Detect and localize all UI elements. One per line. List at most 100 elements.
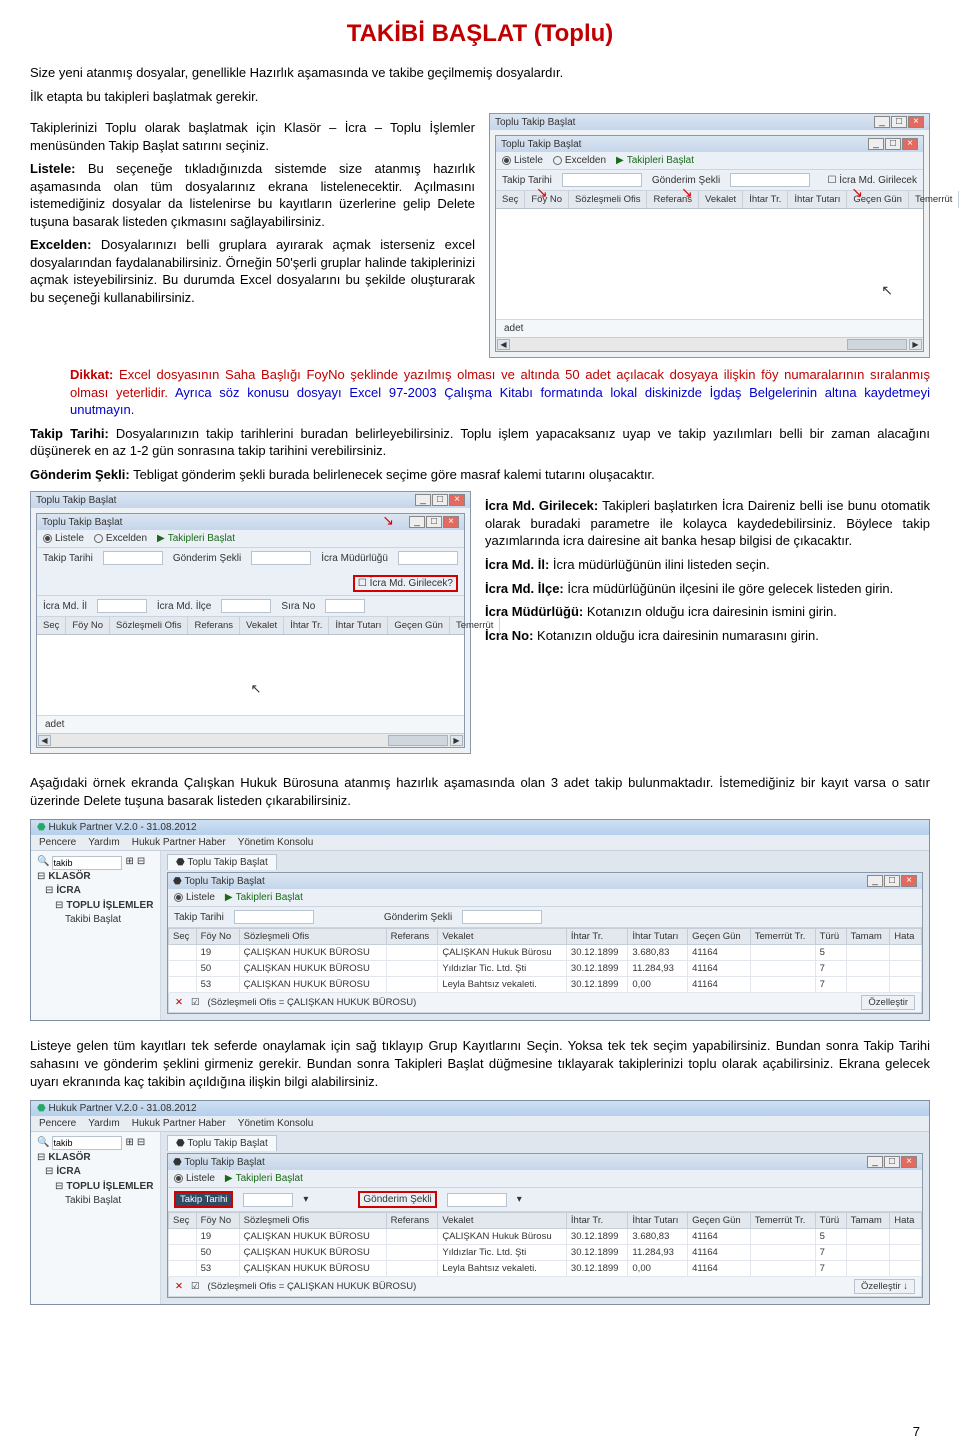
close-icon[interactable]: × [902,138,918,150]
tab-toplu-takip[interactable]: ⬣ Toplu Takip Başlat [167,1135,277,1151]
table-row[interactable]: 53ÇALIŞKAN HUKUK BÜROSULeyla Bahtsız vek… [169,1261,922,1277]
table-row[interactable]: 50ÇALIŞKAN HUKUK BÜROSUYıldızlar Tic. Lt… [169,1245,922,1261]
menu-yardim[interactable]: Yardım [88,1118,120,1129]
gonderim-select[interactable] [251,551,311,565]
tree-klasor[interactable]: ⊟ KLASÖR [37,1151,154,1166]
scrollbar-horizontal[interactable]: ◀▶ [496,337,923,351]
app-icon: ⬣ [37,1103,46,1114]
filter-check-icon[interactable]: ☑ [191,1281,200,1292]
maximize-icon[interactable]: □ [885,138,901,150]
filter-text: (Sözleşmeli Ofis = ÇALIŞKAN HUKUK BÜROSU… [208,1281,417,1292]
menu-haber[interactable]: Hukuk Partner Haber [132,837,226,848]
app-icon: ⬣ [37,822,46,833]
maximize-icon[interactable]: □ [432,494,448,506]
tree-search-input[interactable] [52,1136,122,1150]
tree-takibi-baslat[interactable]: Takibi Başlat [65,1194,154,1209]
dikkat-para: Dikkat: Excel dosyasının Saha Başlığı Fo… [70,366,930,419]
grid-headers: SeçFöy NoSözleşmeli OfisReferansVekaletİ… [37,617,464,635]
close-icon[interactable]: × [449,494,465,506]
filter-check-icon[interactable]: ☑ [191,997,200,1008]
ozellestir-button[interactable]: Özelleştir ↓ [854,1279,915,1294]
search-icon: 🔍 [37,855,49,870]
window-buttons[interactable]: _□× [873,116,924,128]
expand-icon[interactable]: ⊞ [125,855,133,870]
excelden-radio[interactable]: Excelden [553,155,606,166]
takipleri-baslat-button[interactable]: ▶ Takipleri Başlat [225,1173,303,1184]
minimize-icon[interactable]: _ [868,138,884,150]
label: İcra Md. İl [43,601,87,612]
dikkat-text2: Ayrıca söz konusu dosyayı Excel 97-2003 … [70,385,930,418]
expand-icon[interactable]: ⊞ [125,1136,133,1151]
tree-toplu-islemler[interactable]: ⊟ TOPLU İŞLEMLER [55,899,154,914]
label: Takip Tarihi [43,553,93,564]
menu-pencere[interactable]: Pencere [39,1118,76,1129]
minimize-icon[interactable]: _ [415,494,431,506]
tree-takibi-baslat[interactable]: Takibi Başlat [65,913,154,928]
icramd-girilecek-check[interactable]: ☐ İcra Md. Girilecek [827,175,917,186]
filter-close-icon[interactable]: ✕ [175,1281,183,1292]
icrano-para: İcra No: Kotanızın olduğu icra dairesini… [485,627,930,645]
tree-toplu-islemler[interactable]: ⊟ TOPLU İŞLEMLER [55,1180,154,1195]
excelden-radio[interactable]: Excelden [94,533,147,544]
listele-radio[interactable]: Listele [43,533,84,544]
data-grid[interactable]: SeçFöy NoSözleşmeli OfisReferansVekaletİ… [168,1212,922,1277]
gonderim-highlight[interactable]: Gönderim Şekli [358,1191,436,1208]
gonderim-select[interactable] [462,910,542,924]
gonderim-select[interactable] [447,1193,507,1207]
grid-body-empty: ↖ [37,635,464,715]
collapse-icon[interactable]: ⊟ [137,1136,145,1151]
takipleri-baslat-button[interactable]: ▶ Takipleri Başlat [616,155,694,166]
data-grid[interactable]: SeçFöy NoSözleşmeli OfisReferansVekaletİ… [168,928,922,993]
filter-close-icon[interactable]: ✕ [175,997,183,1008]
tree-icra[interactable]: ⊟ İCRA [45,1165,154,1180]
icramd-girilecek-check[interactable]: ☐ İcra Md. Girilecek? [353,575,458,592]
takip-tarihi-input[interactable] [562,173,642,187]
icramd-g-para: İcra Md. Girilecek: Takipleri başlatırke… [485,497,930,550]
nav-tree[interactable]: 🔍 ⊞ ⊟ ⊟ KLASÖR ⊟ İCRA ⊟ TOPLU İŞLEMLER T… [31,1132,161,1304]
gonderim-sekli-select[interactable] [730,173,810,187]
status-count: adet [45,719,64,730]
menu-yonetim[interactable]: Yönetim Konsolu [238,837,314,848]
intro-2: İlk etapta bu takipleri başlatmak gereki… [30,88,930,106]
label: Takip Tarihi [174,912,224,923]
listele-radio[interactable]: Listele [174,892,215,903]
table-row[interactable]: 19ÇALIŞKAN HUKUK BÜROSUÇALIŞKAN Hukuk Bü… [169,945,922,961]
takip-tarihi-input[interactable] [243,1193,293,1207]
listele-radio[interactable]: Listele [174,1173,215,1184]
menu-pencere[interactable]: Pencere [39,837,76,848]
icramud-input[interactable] [398,551,458,565]
table-row[interactable]: 19ÇALIŞKAN HUKUK BÜROSUÇALIŞKAN Hukuk Bü… [169,1229,922,1245]
scrollbar-horizontal[interactable]: ◀▶ [37,733,464,747]
menubar[interactable]: Pencere Yardım Hukuk Partner Haber Yönet… [31,1116,929,1132]
maximize-icon[interactable]: □ [891,116,907,128]
tree-icra[interactable]: ⊟ İCRA [45,884,154,899]
minimize-icon[interactable]: _ [874,116,890,128]
listele-para: Listele: Bu seçeneğe tıkladığınızda sist… [30,160,475,230]
icramd-ilce-para: İcra Md. İlçe: İcra müdürlüğünün ilçesin… [485,580,930,598]
tree-search-input[interactable] [52,856,122,870]
takip-tarihi-label: Takip Tarihi [502,175,552,186]
tree-klasor[interactable]: ⊟ KLASÖR [37,870,154,885]
ozellestir-button[interactable]: Özelleştir [861,995,915,1010]
table-row[interactable]: 53ÇALIŞKAN HUKUK BÜROSULeyla Bahtsız vek… [169,977,922,993]
menu-yonetim[interactable]: Yönetim Konsolu [238,1118,314,1129]
collapse-icon[interactable]: ⊟ [137,855,145,870]
takipleri-baslat-button[interactable]: ▶ Takipleri Başlat [225,892,303,903]
screenshot-toplu-takip-1: Toplu Takip Başlat _□× Toplu Takip Başla… [489,113,930,358]
excelden-para: Excelden: Dosyalarınızı belli gruplara a… [30,236,475,306]
menubar[interactable]: Pencere Yardım Hukuk Partner Haber Yönet… [31,835,929,851]
final-para: Listeye gelen tüm kayıtları tek seferde … [30,1037,930,1090]
nav-tree[interactable]: 🔍 ⊞ ⊟ ⊟ KLASÖR ⊟ İCRA ⊟ TOPLU İŞLEMLER T… [31,851,161,1020]
menu-haber[interactable]: Hukuk Partner Haber [132,1118,226,1129]
menu-yardim[interactable]: Yardım [88,837,120,848]
table-row[interactable]: 50ÇALIŞKAN HUKUK BÜROSUYıldızlar Tic. Lt… [169,961,922,977]
app-title: Hukuk Partner V.2.0 - 31.08.2012 [49,822,197,833]
takipleri-baslat-button[interactable]: ▶ Takipleri Başlat [157,533,235,544]
takip-tarihi-input[interactable] [234,910,314,924]
search-icon: 🔍 [37,1136,49,1151]
takip-tarihi-highlight[interactable]: Takip Tarihi [174,1191,233,1208]
close-icon[interactable]: × [908,116,924,128]
listele-radio[interactable]: Listele [502,155,543,166]
takip-tarihi-input[interactable] [103,551,163,565]
tab-toplu-takip[interactable]: ⬣ Toplu Takip Başlat [167,854,277,870]
